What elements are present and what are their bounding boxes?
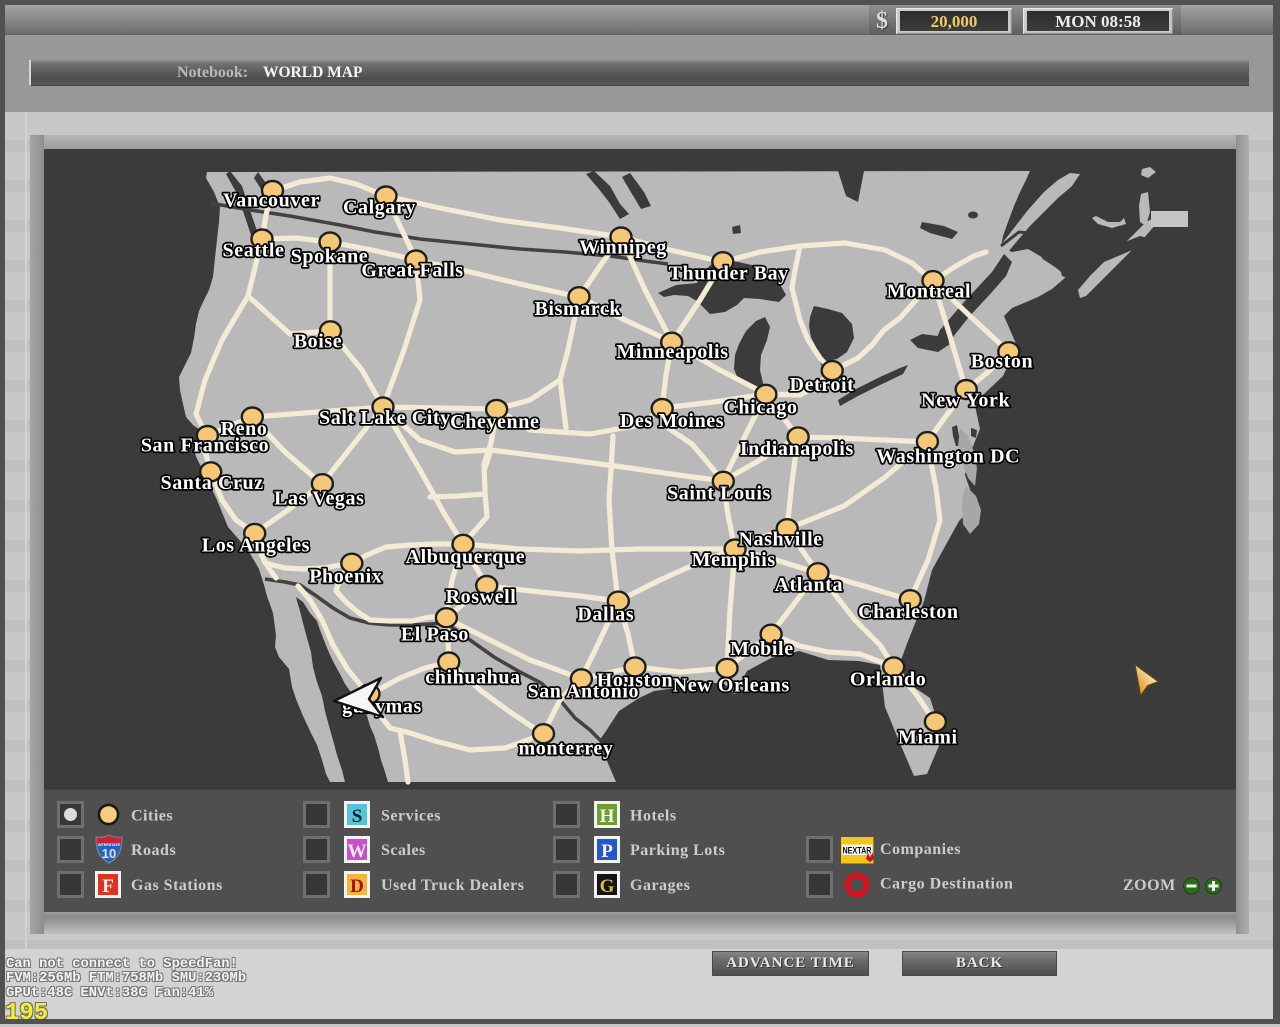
svg-text:ZOOM: ZOOM <box>1123 877 1176 894</box>
svg-text:San Francisco: San Francisco <box>141 435 269 457</box>
svg-text:Scales: Scales <box>381 842 426 859</box>
svg-text:Chicago: Chicago <box>723 397 797 419</box>
svg-text:New York: New York <box>921 390 1010 412</box>
svg-text:Great Falls: Great Falls <box>361 260 463 282</box>
svg-text:Des Moines: Des Moines <box>620 410 724 432</box>
svg-text:NEXTAR: NEXTAR <box>843 846 872 857</box>
svg-text:G: G <box>600 876 615 897</box>
svg-text:Charleston: Charleston <box>858 601 958 623</box>
svg-text:Seattle: Seattle <box>223 240 285 262</box>
svg-text:Nashville: Nashville <box>738 529 822 551</box>
svg-text:Services: Services <box>381 808 441 825</box>
svg-text:Detroit: Detroit <box>790 374 855 396</box>
svg-text:Santa Cruz: Santa Cruz <box>160 472 263 494</box>
svg-text:Garages: Garages <box>630 877 690 894</box>
svg-text:Companies: Companies <box>880 841 961 858</box>
svg-text:Gas Stations: Gas Stations <box>131 877 223 894</box>
svg-text:D: D <box>350 876 364 897</box>
svg-text:Dallas: Dallas <box>577 603 634 625</box>
svg-text:F: F <box>102 876 114 897</box>
svg-text:Saint Louis: Saint Louis <box>667 483 771 505</box>
svg-text:Winnipeg: Winnipeg <box>579 237 667 259</box>
svg-text:H: H <box>600 806 615 827</box>
svg-text:Hotels: Hotels <box>630 808 677 825</box>
svg-text:Calgary: Calgary <box>343 197 416 219</box>
svg-text:Miami: Miami <box>898 727 958 749</box>
svg-text:Boise: Boise <box>294 330 343 352</box>
svg-text:Used Truck Dealers: Used Truck Dealers <box>381 877 525 894</box>
svg-text:Indianapolis: Indianapolis <box>740 438 854 460</box>
svg-text:Washington DC: Washington DC <box>876 445 1020 467</box>
svg-text:Cheyenne: Cheyenne <box>450 411 539 433</box>
svg-text:Boston: Boston <box>971 351 1034 373</box>
svg-text:Albuquerque: Albuquerque <box>406 546 526 568</box>
svg-text:Salt Lake City: Salt Lake City <box>319 407 451 429</box>
svg-text:Parking Lots: Parking Lots <box>630 842 725 859</box>
svg-text:Minneapolis: Minneapolis <box>616 341 728 363</box>
svg-text:Bismarck: Bismarck <box>534 298 621 320</box>
svg-text:Orlando: Orlando <box>850 669 926 691</box>
svg-text:Thunder Bay: Thunder Bay <box>669 263 789 285</box>
svg-text:chihuahua: chihuahua <box>425 666 520 688</box>
svg-text:Memphis: Memphis <box>692 549 776 571</box>
svg-text:monterrey: monterrey <box>519 737 614 759</box>
svg-text:Phoenix: Phoenix <box>309 566 382 588</box>
svg-text:P: P <box>601 841 613 862</box>
svg-text:10: 10 <box>102 846 116 861</box>
svg-text:San Antonio: San Antonio <box>527 681 639 703</box>
svg-text:El Paso: El Paso <box>401 624 469 646</box>
svg-text:Vancouver: Vancouver <box>223 190 320 212</box>
svg-text:Roads: Roads <box>131 842 176 859</box>
svg-text:Atlanta: Atlanta <box>774 574 843 596</box>
svg-text:S: S <box>352 806 363 827</box>
svg-text:Los Angeles: Los Angeles <box>202 535 310 557</box>
svg-text:New Orleans: New Orleans <box>673 674 790 696</box>
svg-text:Cargo Destination: Cargo Destination <box>880 876 1013 893</box>
svg-text:Cities: Cities <box>131 808 173 825</box>
svg-text:Spokane: Spokane <box>291 246 369 268</box>
svg-text:Roswell: Roswell <box>446 586 517 608</box>
svg-text:Montreal: Montreal <box>887 281 971 303</box>
svg-text:Mobile: Mobile <box>730 638 794 660</box>
svg-text:Las Vegas: Las Vegas <box>274 487 364 509</box>
svg-text:W: W <box>348 841 367 862</box>
